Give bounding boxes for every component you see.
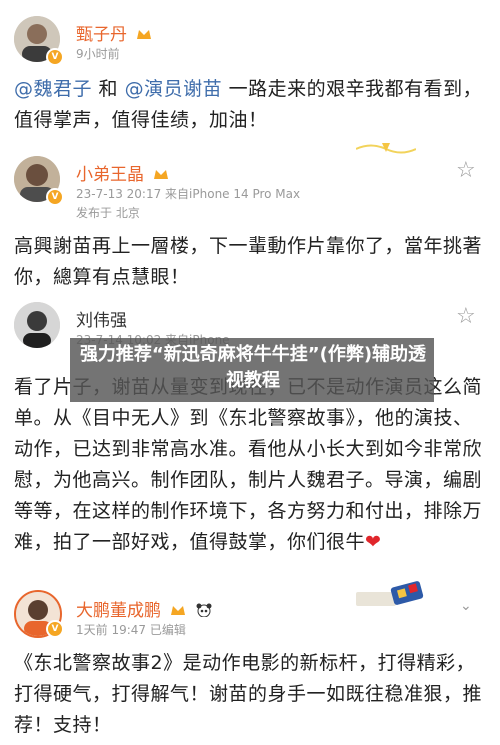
username[interactable]: 大鹏董成鹏: [76, 596, 212, 621]
username-text[interactable]: 大鹏董成鹏: [76, 601, 161, 621]
post-text: @魏君子 和 @演员谢苗 一路走来的艰辛我都有看到，值得掌声，值得佳绩，加油！: [14, 74, 486, 136]
verified-badge-icon: V: [46, 48, 64, 66]
post-text: 《东北警察故事2》是动作电影的新标杆，打得精彩，打得硬气，打得解气！谢苗的身手一…: [14, 652, 483, 736]
mention-link[interactable]: @演员谢苗: [125, 78, 223, 100]
post-text: 高興謝苗再上一層楼，下一輩動作片靠你了，當年挑著你，總算有点慧眼！: [14, 235, 483, 288]
post-time: 23-7-13 20:17 来自iPhone 14 Pro Max: [76, 187, 301, 201]
avatar[interactable]: [14, 302, 60, 348]
username[interactable]: 小弟王晶: [76, 160, 169, 185]
text-segment: 和: [92, 78, 125, 100]
verified-badge-icon: V: [46, 620, 64, 638]
post-location: 发布于 北京: [76, 206, 140, 220]
username[interactable]: 刘伟强: [76, 306, 127, 331]
post-time: 9小时前: [76, 47, 120, 61]
panda-icon: [196, 603, 212, 617]
username-text[interactable]: 甄子丹: [76, 25, 127, 45]
festive-decoration-icon: [356, 143, 416, 154]
favorite-star-icon[interactable]: ☆: [456, 160, 478, 182]
favorite-star-icon[interactable]: ☆: [456, 306, 478, 328]
mention-link[interactable]: @魏君子: [14, 78, 92, 100]
post-time: 1天前 19:47 已编辑: [76, 623, 186, 637]
overlay-banner: 强力推荐“新迅奇麻将牛牛挂”(作弊)辅助透视教程: [70, 338, 434, 402]
username[interactable]: 甄子丹: [76, 20, 152, 45]
chevron-down-icon[interactable]: ⌄: [460, 598, 478, 616]
text-segment: 看了片子，谢苗从量变到现在，已不是动作演员这么简单。从《目中无人》到《东北警察故…: [14, 376, 483, 553]
avatar-photo-icon: [14, 302, 60, 348]
vip-crown-icon: [137, 30, 152, 39]
username-text[interactable]: 刘伟强: [76, 311, 127, 331]
vip-crown-icon: [154, 170, 169, 179]
movie-decoration-icon: [356, 581, 424, 606]
vip-crown-icon: [171, 606, 186, 615]
overlay-title: 强力推荐“新迅奇麻将牛牛挂”(作弊)辅助透视教程: [79, 344, 427, 391]
verified-badge-icon: V: [46, 188, 64, 206]
heart-emoji-icon: ❤: [365, 531, 382, 553]
username-text[interactable]: 小弟王晶: [76, 165, 144, 185]
